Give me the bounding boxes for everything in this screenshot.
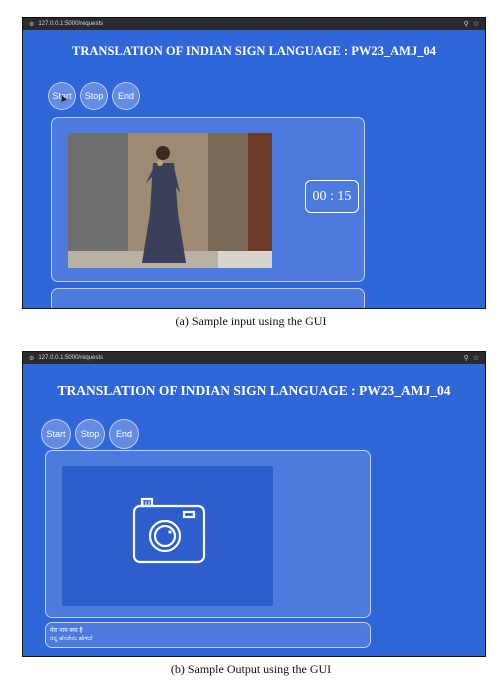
webcam-feed [68, 133, 272, 268]
output-panel: मेरा नाम क्या है ನನ್ನ ಹೆಸರೇನು ಹೇಳಿದೆ [45, 622, 371, 648]
address-bar[interactable]: 127.0.0.1:5000/requests [38, 355, 459, 361]
output-text-kannada: ನನ್ನ ಹೆಸರೇನು ಹೇಳಿದೆ [50, 636, 93, 642]
search-icon[interactable]: ⚲ [464, 354, 469, 362]
end-button[interactable]: End [112, 82, 140, 110]
stop-button[interactable]: Stop [75, 419, 105, 449]
end-button[interactable]: End [109, 419, 139, 449]
browser-toolbar: ⚙ 127.0.0.1:5000/requests ⚲ ☆ [23, 352, 485, 364]
output-panel [51, 288, 365, 308]
screenshot-output: ⚙ 127.0.0.1:5000/requests ⚲ ☆ TRANSLATIO… [22, 351, 486, 657]
star-icon[interactable]: ☆ [473, 354, 479, 362]
camera-placeholder [62, 466, 273, 606]
output-text-hindi: मेरा नाम क्या है [50, 628, 83, 634]
video-panel [45, 450, 371, 618]
start-button[interactable]: Start [41, 419, 71, 449]
page-title: TRANSLATION OF INDIAN SIGN LANGUAGE : PW… [72, 44, 436, 58]
caption-a: (a) Sample input using the GUI [175, 314, 327, 328]
site-info-icon[interactable]: ⚙ [29, 355, 34, 362]
timer-display: 00 : 15 [305, 180, 359, 213]
star-icon[interactable]: ☆ [473, 20, 479, 28]
webcam-frame-image [68, 133, 272, 268]
address-bar[interactable]: 127.0.0.1:5000/requests [38, 21, 459, 27]
site-info-icon[interactable]: ⚙ [29, 21, 34, 28]
screenshot-input: ⚙ 127.0.0.1:5000/requests ⚲ ☆ TRANSLATIO… [22, 17, 486, 309]
browser-toolbar: ⚙ 127.0.0.1:5000/requests ⚲ ☆ [23, 18, 485, 30]
stop-button[interactable]: Stop [80, 82, 108, 110]
camera-icon [132, 497, 206, 564]
page-title: TRANSLATION OF INDIAN SIGN LANGUAGE : PW… [57, 383, 451, 398]
caption-b: (b) Sample Output using the GUI [170, 662, 332, 676]
search-icon[interactable]: ⚲ [464, 20, 469, 28]
video-panel: 00 : 15 [51, 117, 365, 282]
